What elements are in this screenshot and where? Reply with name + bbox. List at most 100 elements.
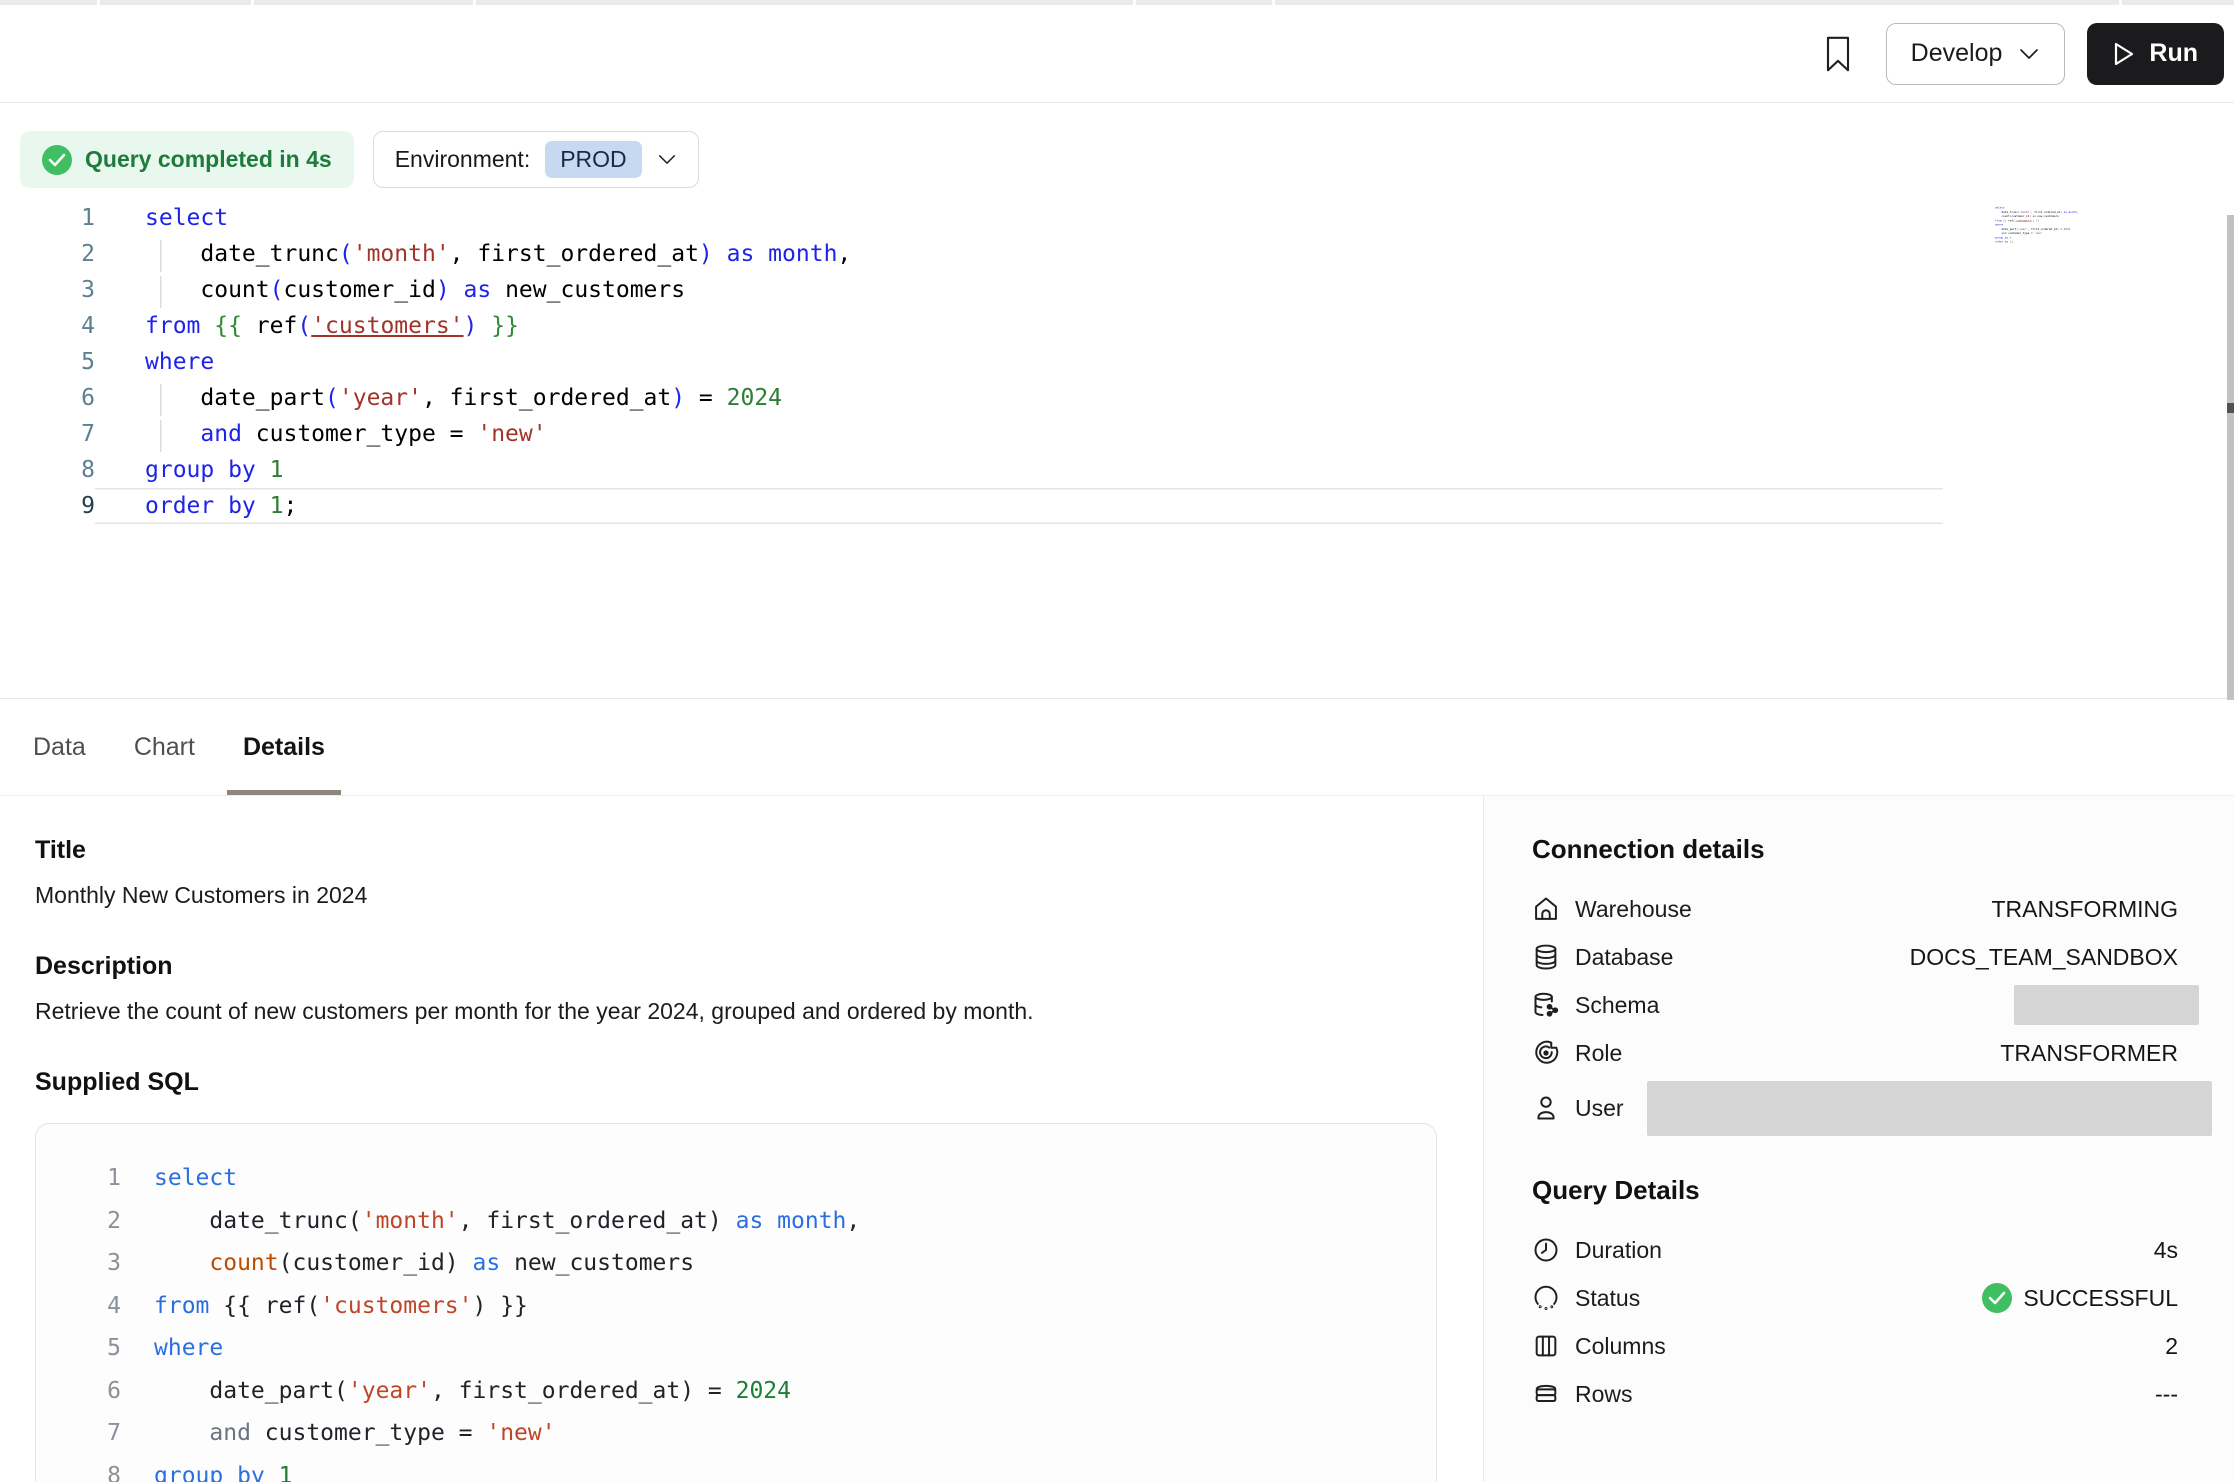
code-line: 5where — [0, 344, 2234, 380]
detail-row-value: --- — [2155, 1381, 2178, 1408]
top-tab-strip — [0, 0, 2234, 5]
code-line: 9order by 1; — [0, 488, 2234, 524]
database-icon — [1532, 943, 1560, 971]
supplied-sql-card: 1select2 date_trunc('month', first_order… — [35, 1123, 1437, 1482]
line-number: 6 — [0, 380, 95, 416]
status-circle-icon — [1532, 1284, 1560, 1312]
schema-icon — [1532, 991, 1560, 1019]
code-line: 6 date_part('year', first_ordered_at) = … — [36, 1370, 1436, 1413]
detail-row-columns: Columns 2 — [1532, 1322, 2178, 1370]
supplied-sql-code: 1select2 date_trunc('month', first_order… — [36, 1157, 1436, 1482]
detail-row-label: Status — [1575, 1285, 1640, 1312]
line-number: 7 — [36, 1412, 121, 1455]
warehouse-icon — [1532, 895, 1560, 923]
description-heading: Description — [35, 952, 1438, 981]
line-number: 8 — [0, 452, 95, 488]
line-number: 6 — [36, 1370, 121, 1413]
line-number: 1 — [36, 1157, 121, 1200]
detail-row-value: TRANSFORMING — [1991, 896, 2178, 923]
editor-minimap[interactable]: 1select2 date_trunc('month', first_order… — [1995, 205, 2110, 265]
code-line: 8group by 1 — [0, 452, 2234, 488]
success-check-icon — [42, 145, 72, 175]
detail-row-schema: Schema — [1532, 981, 2178, 1029]
line-number: 9 — [0, 488, 95, 524]
line-number: 5 — [0, 344, 95, 380]
detail-row-database: Database DOCS_TEAM_SANDBOX — [1532, 933, 2178, 981]
bookmark-button[interactable] — [1810, 23, 1866, 85]
detail-row-user: User — [1532, 1077, 2178, 1139]
play-icon — [2113, 42, 2135, 66]
detail-row-label: Schema — [1575, 992, 1659, 1019]
detail-row-value: DOCS_TEAM_SANDBOX — [1910, 944, 2178, 971]
detail-row-label: Warehouse — [1575, 896, 1692, 923]
environment-value-pill: PROD — [545, 141, 641, 178]
editor-code[interactable]: 1select2 date_trunc('month', first_order… — [0, 195, 2234, 524]
redacted-value — [2014, 985, 2199, 1025]
tab-chart[interactable]: Chart — [134, 699, 195, 795]
detail-row-value — [2014, 985, 2178, 1025]
query-status-bar: Query completed in 4s Environment: PROD — [0, 103, 2234, 195]
line-number: 7 — [0, 416, 95, 452]
detail-row-status: Status SUCCESSFUL — [1532, 1274, 2178, 1322]
query-details-heading: Query Details — [1532, 1175, 2178, 1206]
detail-row-label: User — [1575, 1095, 1624, 1122]
connection-details-pane: Connection details Warehouse TRANSFORMIN… — [1483, 796, 2234, 1481]
user-icon — [1532, 1094, 1560, 1122]
code-line: 1select — [36, 1157, 1436, 1200]
environment-selector[interactable]: Environment: PROD — [373, 131, 699, 188]
line-number: 4 — [0, 308, 95, 344]
toolbar: Develop Run — [0, 5, 2234, 103]
title-heading: Title — [35, 836, 1438, 865]
detail-row-warehouse: Warehouse TRANSFORMING — [1532, 885, 2178, 933]
query-status-text: Query completed in 4s — [85, 146, 332, 173]
columns-icon — [1532, 1332, 1560, 1360]
code-line: 2 date_trunc('month', first_ordered_at) … — [0, 236, 2234, 272]
detail-row-label: Columns — [1575, 1333, 1666, 1360]
bookmark-icon — [1823, 35, 1853, 73]
query-metadata-pane: Title Monthly New Customers in 2024 Desc… — [0, 796, 1483, 1481]
query-status-badge: Query completed in 4s — [20, 131, 354, 188]
environment-label: Environment: — [395, 146, 531, 173]
detail-row-label: Database — [1575, 944, 1673, 971]
detail-row-duration: Duration 4s — [1532, 1226, 2178, 1274]
detail-row-value: SUCCESSFUL — [1982, 1283, 2178, 1313]
sql-editor[interactable]: 1select2 date_trunc('month', first_order… — [0, 195, 2234, 698]
code-line: 6 date_part('year', first_ordered_at) = … — [0, 380, 2234, 416]
code-line: 2 date_trunc('month', first_ordered_at) … — [36, 1200, 1436, 1243]
details-panel: Title Monthly New Customers in 2024 Desc… — [0, 796, 2234, 1481]
line-number: 2 — [0, 236, 95, 272]
develop-label: Develop — [1911, 39, 2003, 68]
line-number: 5 — [36, 1327, 121, 1370]
chevron-down-icon — [2018, 47, 2040, 61]
code-line: 5where — [36, 1327, 1436, 1370]
tab-data[interactable]: Data — [33, 699, 86, 795]
results-tabs: Data Chart Details — [0, 698, 2234, 796]
code-line: 3 count(customer_id) as new_customers — [0, 272, 2234, 308]
supplied-sql-heading: Supplied SQL — [35, 1068, 1438, 1097]
line-number: 1 — [0, 200, 95, 236]
tab-details[interactable]: Details — [243, 699, 325, 795]
line-number: 2 — [36, 1200, 121, 1243]
line-number: 8 — [36, 1455, 121, 1482]
detail-row-role: Role TRANSFORMER — [1532, 1029, 2178, 1077]
develop-menu-button[interactable]: Develop — [1886, 23, 2066, 85]
run-label: Run — [2149, 39, 2198, 68]
code-line: 4from {{ ref('customers') }} — [0, 308, 2234, 344]
role-icon — [1532, 1039, 1560, 1067]
editor-scrollbar[interactable] — [2227, 215, 2234, 700]
code-line: 4from {{ ref('customers') }} — [36, 1285, 1436, 1328]
rows-icon — [1532, 1380, 1560, 1408]
connection-details-heading: Connection details — [1532, 834, 2178, 865]
code-line: 1select — [0, 200, 2234, 236]
code-line: 7 and customer_type = 'new' — [36, 1412, 1436, 1455]
title-value: Monthly New Customers in 2024 — [35, 882, 1438, 909]
detail-row-label: Duration — [1575, 1237, 1662, 1264]
detail-row-label: Role — [1575, 1040, 1622, 1067]
editor-code[interactable]: 1select2 date_trunc('month', first_order… — [1995, 205, 2107, 244]
run-button[interactable]: Run — [2087, 23, 2224, 85]
scrollbar-thumb[interactable] — [2227, 403, 2234, 413]
chevron-down-icon — [657, 153, 677, 166]
code-line: 8group by 1 — [36, 1455, 1436, 1482]
line-number: 3 — [36, 1242, 121, 1285]
detail-row-value — [1647, 1081, 2178, 1136]
